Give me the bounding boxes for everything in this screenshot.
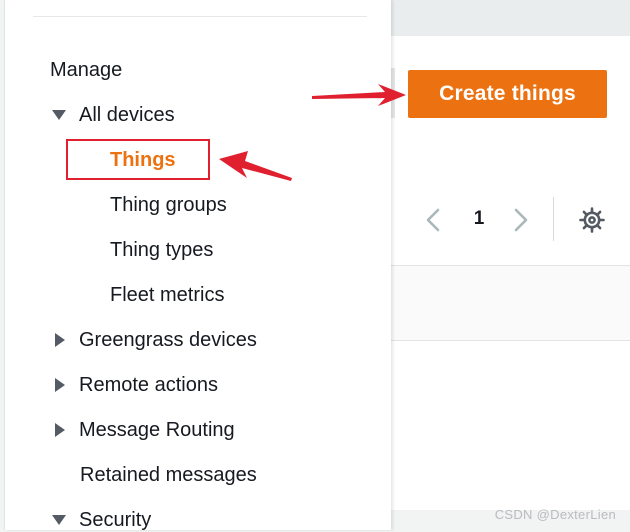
- watermark: CSDN @DexterLien: [494, 507, 616, 522]
- sidebar-item-message-routing[interactable]: Message Routing: [79, 418, 235, 442]
- caret-right-icon[interactable]: [55, 423, 65, 437]
- pagination-divider: [553, 197, 554, 241]
- sidebar-section-manage: Manage: [50, 59, 123, 81]
- sidebar-item-all-devices[interactable]: All devices: [79, 103, 175, 127]
- sidebar-divider: [33, 16, 367, 17]
- chevron-left-icon[interactable]: [424, 207, 442, 238]
- caret-down-icon[interactable]: [52, 110, 66, 120]
- sidebar-item-security[interactable]: Security: [79, 508, 151, 532]
- sidebar-item-thing-types[interactable]: Thing types: [110, 238, 213, 262]
- gear-icon[interactable]: [578, 206, 606, 239]
- sidebar-item-remote-actions[interactable]: Remote actions: [79, 373, 218, 397]
- sidebar-item-greengrass-devices[interactable]: Greengrass devices: [79, 328, 257, 352]
- chevron-right-icon[interactable]: [512, 207, 530, 238]
- sidebar-item-thing-groups[interactable]: Thing groups: [110, 193, 227, 217]
- sidebar-item-fleet-metrics[interactable]: Fleet metrics: [110, 283, 224, 307]
- table-header: [390, 265, 630, 341]
- caret-right-icon[interactable]: [55, 378, 65, 392]
- header-strip: [390, 0, 630, 37]
- page-number[interactable]: 1: [470, 207, 488, 231]
- sidebar-item-retained-messages[interactable]: Retained messages: [80, 463, 257, 487]
- create-things-button[interactable]: Create things: [408, 70, 607, 118]
- caret-down-icon[interactable]: [52, 515, 66, 525]
- annotation-highlight-box: [66, 139, 210, 180]
- caret-right-icon[interactable]: [55, 333, 65, 347]
